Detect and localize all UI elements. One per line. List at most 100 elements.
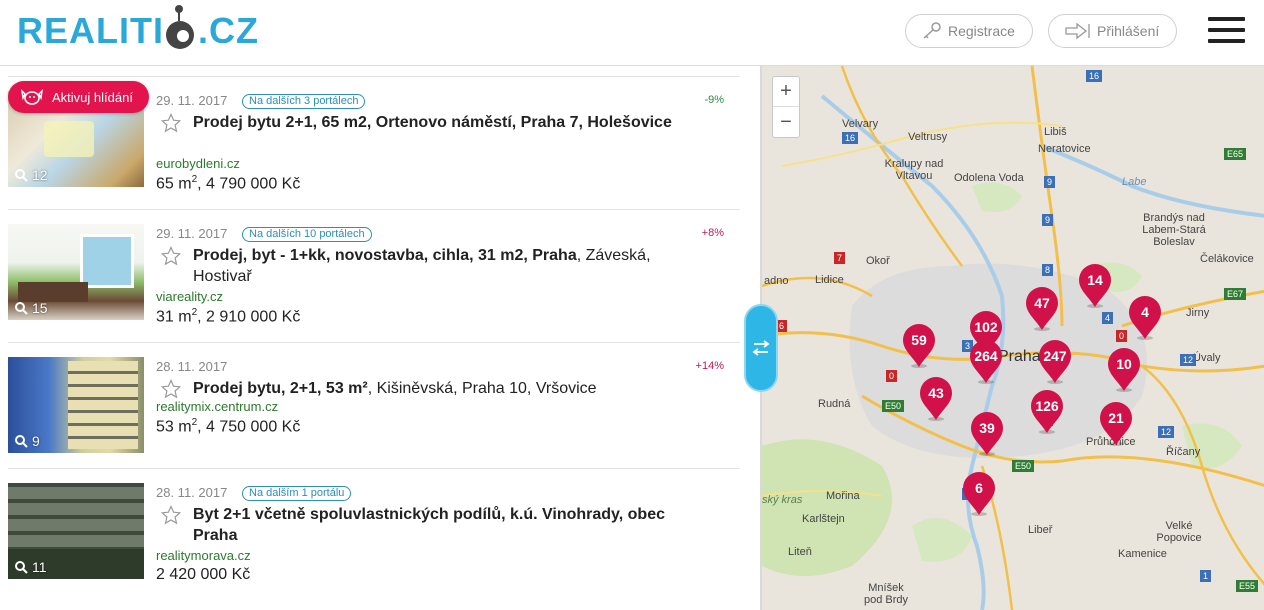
listing-item[interactable]: 15 29. 11. 2017 Na dalších 10 portálech …	[8, 209, 740, 342]
map-cluster-pin[interactable]: 4	[1128, 296, 1162, 340]
listing-price: 31 m2, 2 910 000 Kč	[156, 307, 301, 326]
key-icon	[923, 22, 941, 39]
listing-photo[interactable]: 15	[8, 224, 144, 320]
road-badge: E50	[1012, 460, 1035, 472]
listing-price: 65 m2, 4 790 000 Kč	[156, 174, 301, 193]
portals-badge[interactable]: Na dalším 1 portálu	[242, 486, 352, 501]
star-icon[interactable]	[161, 379, 181, 399]
magnifier-icon	[15, 561, 28, 574]
map-cluster-pin[interactable]: 264	[969, 340, 1003, 384]
map-place-label: Libeř	[1028, 524, 1053, 536]
map-place-label: Mníšek pod Brdy	[863, 582, 909, 606]
map-cluster-pin[interactable]: 21	[1099, 402, 1133, 446]
listing-panel: Aktivuj hlídání 12 29. 11. 2017 Na další…	[0, 66, 760, 610]
road-badge: 0	[886, 370, 898, 382]
map-cluster-pin[interactable]: 47	[1025, 287, 1059, 331]
star-icon[interactable]	[161, 505, 181, 525]
map-cluster-pin[interactable]: 39	[970, 412, 1004, 456]
road-badge: 9	[1042, 214, 1054, 226]
swap-arrows-icon	[752, 340, 770, 356]
zoom-control: + −	[772, 76, 800, 138]
listing-title[interactable]: Byt 2+1 včetně spoluvlastnických podílů,…	[193, 504, 713, 546]
road-badge: E67	[1224, 288, 1247, 300]
map-cluster-pin[interactable]: 247	[1038, 340, 1072, 384]
alert-label: Aktivuj hlídání	[52, 89, 133, 105]
photo-count: 11	[14, 559, 47, 575]
map-place-label: Říčany	[1166, 446, 1201, 458]
road-badge: E65	[1224, 148, 1247, 160]
portals-badge[interactable]: Na dalších 10 portálech	[242, 227, 372, 242]
listing-price: 2 420 000 Kč	[156, 566, 251, 583]
map-place-label: Lidice	[815, 274, 844, 286]
map-cluster-pin[interactable]: 43	[919, 377, 953, 421]
logo-text-left: REALITI	[17, 10, 164, 51]
listing-title[interactable]: Prodej bytu 2+1, 65 m2, Ortenovo náměstí…	[193, 112, 713, 133]
map-panel[interactable]: + − Velvary Veltrusy Libiš Neratovice Kr…	[760, 66, 1264, 610]
listing-title[interactable]: Prodej bytu, 2+1, 53 m², Kišiněvská, Pra…	[193, 378, 713, 399]
logo[interactable]: REALITI .CZ	[17, 5, 259, 56]
zoom-out-button[interactable]: −	[773, 107, 799, 137]
map-place-label: Kamenice	[1118, 548, 1167, 560]
map-place-label: Čelákovice	[1200, 253, 1254, 265]
map-cluster-pin[interactable]: 14	[1078, 264, 1112, 308]
listing-source[interactable]: viareality.cz	[156, 289, 223, 304]
map-place-label: Karlštejn	[802, 513, 845, 525]
portals-badge[interactable]: Na dalších 3 portálech	[242, 94, 366, 109]
map-place-label: Okoř	[866, 255, 890, 267]
listing-date: 28. 11. 2017	[156, 359, 228, 374]
price-change: +14%	[695, 360, 724, 372]
listing-item[interactable]: 9 28. 11. 2017 +14% Prodej bytu, 2+1, 53…	[8, 342, 740, 468]
star-icon[interactable]	[161, 246, 181, 266]
listing-photo[interactable]: 9	[8, 357, 144, 453]
map-cluster-pin[interactable]: 126	[1030, 390, 1064, 434]
road-badge: 7	[834, 252, 846, 264]
magnifier-icon	[15, 302, 28, 315]
register-label: Registrace	[948, 23, 1015, 39]
login-arrow-icon	[1065, 22, 1090, 40]
road-badge: 1	[1200, 570, 1212, 582]
list-map-toggle-button[interactable]	[744, 304, 778, 392]
listing-date: 28. 11. 2017	[156, 485, 228, 500]
road-badge: 16	[1086, 70, 1103, 82]
listing-item[interactable]: 11 28. 11. 2017 Na dalším 1 portálu Byt …	[8, 468, 740, 601]
map-place-label: adno	[764, 275, 789, 287]
map-place-label: Kralupy nad Vltavou	[884, 158, 944, 182]
listing-source[interactable]: realitymorava.cz	[156, 548, 251, 563]
map-place-label: Velké Popovice	[1156, 520, 1202, 544]
logo-text-right: .CZ	[198, 10, 259, 51]
road-badge: 8	[1042, 264, 1054, 276]
activate-alert-button[interactable]: Aktivuj hlídání	[8, 81, 149, 113]
magnifier-icon	[15, 435, 28, 448]
listing-photo[interactable]: 11	[8, 483, 144, 579]
listing-title[interactable]: Prodej, byt - 1+kk, novostavba, cihla, 3…	[193, 245, 713, 287]
map-place-label: ský kras	[762, 494, 803, 506]
photo-count: 9	[14, 433, 40, 449]
road-badge: 9	[1044, 176, 1056, 188]
map-place-label: Odolena Voda	[954, 172, 1024, 184]
map-place-label: Libiš	[1044, 126, 1067, 138]
road-badge: 12	[1158, 426, 1175, 438]
map-city-label: Praha	[998, 348, 1041, 365]
star-icon[interactable]	[161, 113, 181, 133]
road-badge: 0	[1116, 330, 1128, 342]
login-button[interactable]: Přihlášení	[1048, 14, 1177, 48]
map-cluster-pin[interactable]: 10	[1107, 348, 1141, 392]
menu-icon[interactable]	[1208, 16, 1246, 46]
listing-source[interactable]: realitymix.centrum.cz	[156, 399, 278, 414]
zoom-in-button[interactable]: +	[773, 77, 799, 107]
listing-source[interactable]: eurobydleni.cz	[156, 156, 240, 171]
map-place-label: Rudná	[818, 398, 851, 410]
listing-date: 29. 11. 2017	[156, 93, 228, 108]
road-badge: 16	[842, 132, 859, 144]
listing-price: 53 m2, 4 750 000 Kč	[156, 417, 301, 436]
map-place-label: Brandýs nad Labem-Stará Boleslav	[1142, 212, 1206, 248]
login-label: Přihlášení	[1097, 23, 1160, 39]
dog-icon	[21, 89, 43, 105]
map-place-label: Mořina	[826, 490, 860, 502]
map-cluster-pin[interactable]: 59	[902, 324, 936, 368]
map-place-label: Úvaly	[1193, 352, 1221, 364]
register-button[interactable]: Registrace	[905, 14, 1033, 48]
road-badge: E50	[882, 400, 905, 412]
map-cluster-pin[interactable]: 6	[962, 472, 996, 516]
road-badge: 4	[1102, 312, 1114, 324]
